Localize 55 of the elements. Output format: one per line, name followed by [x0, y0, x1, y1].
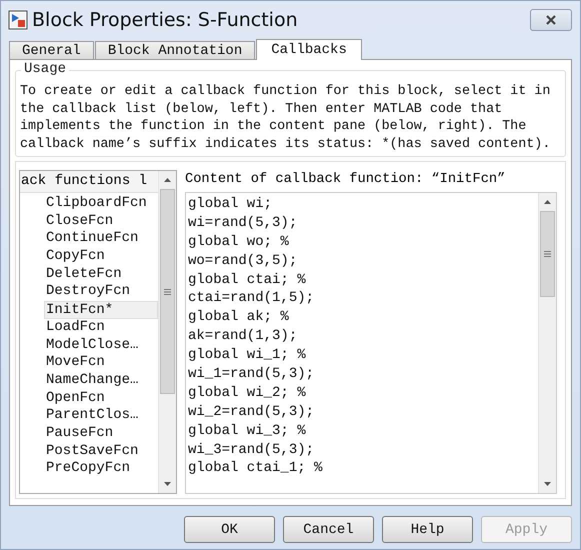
window-title: Block Properties: S-Function	[32, 9, 299, 31]
list-item[interactable]: ContinueFcn	[20, 230, 158, 248]
content-label: Content of callback function: “InitFcn”	[185, 172, 506, 187]
code-line: wi_2=rand(5,3);	[188, 402, 316, 422]
list-item[interactable]: InitFcn*	[44, 301, 158, 319]
dialog-button[interactable]: Help	[382, 516, 473, 543]
usage-text: To create or edit a callback function for this block, select it in the callback list (below, left). Then enter MATLAB code that implements the function in the content pane (below, right). The callback name’s suffix indicates its status: *(has saved content).	[20, 83, 552, 153]
scroll-down-icon[interactable]	[544, 482, 551, 486]
code-line: wo=rand(3,5);	[188, 252, 298, 271]
code-line: global wi;	[188, 195, 274, 214]
code-line: global wo; %	[188, 232, 290, 252]
code-line: global ctai; %	[188, 270, 307, 290]
list-item[interactable]: CopyFcn	[20, 248, 158, 266]
list-item[interactable]: ParentClos…	[20, 407, 158, 425]
scroll-up-icon[interactable]	[544, 200, 551, 204]
list-item[interactable]: NameChange…	[20, 372, 158, 390]
list-item[interactable]: MoveFcn	[20, 354, 158, 372]
list-item[interactable]: CloseFcn	[20, 212, 158, 230]
tab[interactable]: Block Annotation	[94, 41, 256, 59]
list-item[interactable]: PreCopyFcn	[20, 460, 158, 478]
close-icon	[545, 14, 557, 26]
scroll-down-icon[interactable]	[164, 482, 171, 486]
list-item[interactable]: OpenFcn	[20, 390, 158, 408]
tab[interactable]: Callbacks	[256, 39, 362, 60]
list-item[interactable]: PostSaveFcn	[20, 442, 158, 460]
scrollbar[interactable]	[158, 171, 176, 493]
callback-list[interactable]: ack functions l ClipboardFcn CloseFcn ContinueFcn CopyFcn DeleteFcn DestroyFcn InitFcn* LoadFcn ModelClose… MoveFcn NameChange… OpenFcn ParentClos… PauseFcn PostSaveFcn PreCopyFcn	[19, 170, 177, 494]
tab[interactable]: General	[9, 41, 94, 59]
code-line: wi_1=rand(5,3);	[188, 365, 316, 384]
code-line: global ctai_1; %	[188, 459, 324, 478]
list-item[interactable]: LoadFcn	[20, 318, 158, 336]
list-item[interactable]: PauseFcn	[20, 424, 158, 443]
block-icon	[8, 10, 28, 30]
list-item[interactable]: ClipboardFcn	[20, 195, 158, 213]
code-line: global wi_3; %	[188, 422, 307, 441]
code-line: global ak; %	[188, 308, 290, 328]
code-editor[interactable]	[185, 192, 557, 494]
code-line: ctai=rand(1,5);	[188, 289, 316, 308]
list-header: ack functions l	[20, 171, 158, 193]
code-line: ak=rand(1,3);	[188, 327, 298, 346]
code-line: wi_3=rand(5,3);	[188, 440, 316, 460]
code-line: wi=rand(5,3);	[188, 214, 298, 233]
close-button[interactable]	[530, 9, 572, 31]
list-item[interactable]: DeleteFcn	[20, 266, 158, 284]
grip-icon	[544, 251, 551, 257]
list-item[interactable]: DestroyFcn	[20, 283, 158, 302]
scroll-up-icon[interactable]	[164, 178, 171, 182]
grip-icon	[164, 288, 171, 294]
dialog-button[interactable]: OK	[184, 516, 275, 543]
group-legend: Usage	[21, 61, 70, 77]
scrollbar[interactable]	[538, 193, 556, 493]
code-line: global wi_1; %	[188, 346, 307, 366]
code-line: global wi_2; %	[188, 384, 307, 403]
list-item[interactable]: ModelClose…	[20, 336, 158, 354]
dialog-button[interactable]: Cancel	[283, 516, 374, 543]
